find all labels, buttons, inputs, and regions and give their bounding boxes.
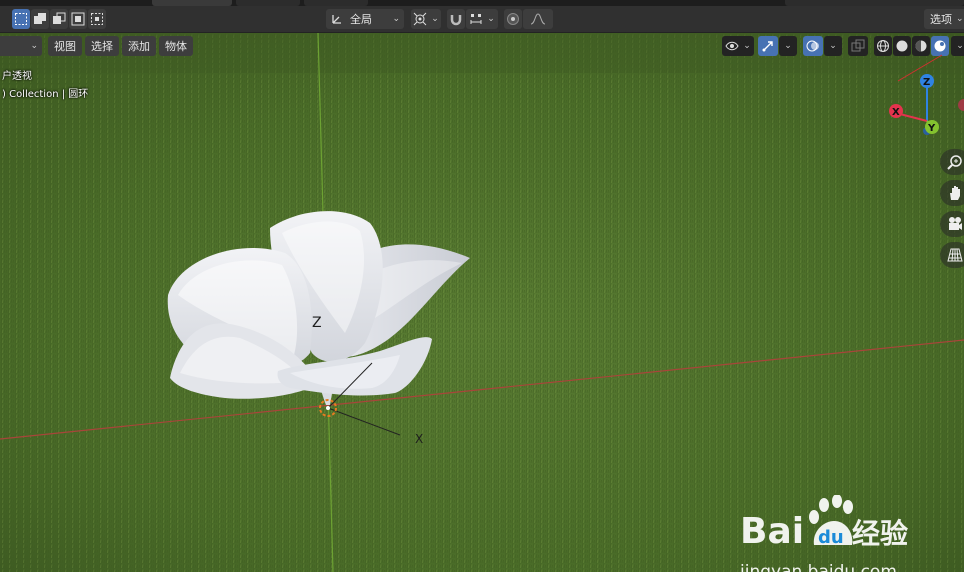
chevron-down-icon: ⌄ bbox=[30, 41, 38, 51]
perspective-toggle-button[interactable] bbox=[940, 242, 964, 268]
baidu-logo: Bai du 经验 jingyan.baidu.com bbox=[739, 494, 908, 572]
tool-header: 全局 ⌄ ⌄ ⌄ 选项 ⌄ bbox=[0, 6, 964, 33]
object-visibility-dropdown[interactable]: ⌄ bbox=[722, 36, 754, 56]
navigation-gizmo[interactable]: Z X Y bbox=[880, 43, 964, 153]
options-label: 选项 bbox=[930, 13, 952, 26]
hand-icon bbox=[950, 186, 960, 200]
pivot-point-dropdown[interactable]: ⌄ bbox=[411, 9, 441, 29]
magnet-icon bbox=[450, 15, 462, 26]
menu-add[interactable]: 添加 bbox=[122, 36, 156, 56]
gizmo-x-label: X bbox=[892, 107, 900, 118]
transform-orientation-label: 全局 bbox=[350, 13, 372, 26]
snap-increment-icon bbox=[470, 14, 482, 24]
falloff-curve-icon bbox=[530, 13, 546, 25]
menu-view-label: 视图 bbox=[54, 40, 76, 53]
select-intersect-button[interactable] bbox=[88, 9, 106, 29]
overlays-toggle[interactable] bbox=[803, 36, 823, 56]
baidu-jingyan-watermark: Bai du 经验 jingyan.baidu.com bbox=[739, 494, 960, 572]
snap-target-dropdown[interactable]: ⌄ bbox=[466, 9, 498, 29]
menu-select-label: 选择 bbox=[91, 40, 113, 53]
menu-select[interactable]: 选择 bbox=[85, 36, 119, 56]
overlays-dropdown[interactable]: ⌄ bbox=[824, 36, 842, 56]
xray-toggle[interactable] bbox=[848, 36, 868, 56]
viewport-scene: Z X bbox=[0, 33, 964, 572]
select-subtract-button[interactable] bbox=[50, 9, 68, 29]
select-invert-button[interactable] bbox=[69, 9, 87, 29]
gizmo-z-label: Z bbox=[923, 77, 930, 88]
watermark-brand: Bai bbox=[740, 511, 804, 552]
view-name-text: 户透视 bbox=[2, 71, 32, 82]
select-intersect-icon bbox=[91, 13, 103, 25]
eye-icon bbox=[725, 41, 739, 51]
watermark-url: jingyan.baidu.com bbox=[740, 562, 897, 572]
menu-add-label: 添加 bbox=[128, 40, 150, 53]
object-x-label: X bbox=[415, 432, 423, 446]
watermark-jingyan: 经验 bbox=[852, 517, 908, 550]
chevron-down-icon: ⌄ bbox=[956, 14, 964, 24]
snap-toggle[interactable] bbox=[447, 9, 465, 29]
menu-object-label: 物体 bbox=[165, 40, 187, 53]
zoom-button[interactable] bbox=[940, 149, 964, 175]
chevron-down-icon: ⌄ bbox=[431, 14, 439, 24]
gizmo-toggle[interactable] bbox=[758, 36, 778, 56]
chevron-down-icon: ⌄ bbox=[829, 41, 837, 51]
object-z-label: Z bbox=[312, 315, 322, 331]
select-extend-icon bbox=[34, 13, 46, 24]
camera-icon bbox=[949, 217, 962, 230]
menu-view[interactable]: 视图 bbox=[48, 36, 82, 56]
select-subtract-icon bbox=[53, 12, 66, 24]
magnifier-plus-icon bbox=[947, 155, 962, 170]
proportional-edit-toggle[interactable] bbox=[504, 9, 522, 29]
proportional-edit-icon bbox=[507, 13, 519, 25]
select-box-mode-button[interactable] bbox=[12, 9, 30, 29]
camera-view-button[interactable] bbox=[940, 211, 964, 237]
watermark-brand-du: du bbox=[818, 527, 844, 548]
proportional-falloff-dropdown[interactable] bbox=[523, 9, 553, 29]
collection-path-text: ) Collection | 圆环 bbox=[2, 89, 89, 100]
xray-icon bbox=[851, 39, 865, 52]
menu-object[interactable]: 物体 bbox=[159, 36, 193, 56]
gizmo-icon bbox=[762, 41, 773, 52]
chevron-down-icon: ⌄ bbox=[392, 14, 400, 24]
pan-button[interactable] bbox=[940, 180, 964, 206]
select-extend-button[interactable] bbox=[31, 9, 49, 29]
chevron-down-icon: ⌄ bbox=[487, 14, 495, 24]
options-dropdown[interactable]: 选项 ⌄ bbox=[924, 9, 964, 29]
interaction-mode-dropdown[interactable]: ⌄ bbox=[0, 36, 42, 56]
gizmo-dropdown[interactable]: ⌄ bbox=[779, 36, 797, 56]
grass-texture bbox=[0, 33, 964, 572]
grid-perspective-icon bbox=[947, 248, 963, 262]
chevron-down-icon: ⌄ bbox=[743, 41, 751, 51]
select-invert-icon bbox=[71, 12, 85, 26]
select-box-icon bbox=[15, 13, 27, 25]
chevron-down-icon: ⌄ bbox=[784, 41, 792, 51]
3d-viewport[interactable]: Z X ⌄ 视图 选择 添加 物体 ⌄ ⌄ ⌄ ⌄ 户透视 ) Collecti… bbox=[0, 33, 964, 572]
pivot-point-icon bbox=[413, 12, 427, 26]
overlays-icon bbox=[806, 40, 819, 52]
transform-orientation-icon bbox=[332, 15, 341, 24]
gizmo-y-label: Y bbox=[927, 123, 936, 134]
transform-orientation-dropdown[interactable]: 全局 ⌄ bbox=[326, 9, 404, 29]
